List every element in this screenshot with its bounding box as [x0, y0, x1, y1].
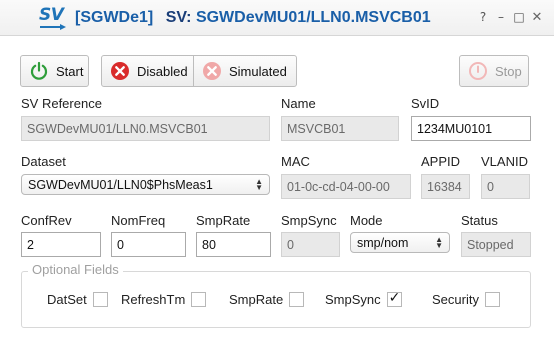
smprate-checkbox-label: SmpRate [229, 292, 284, 307]
smpsync-label: SmpSync [281, 213, 337, 228]
security-checkbox[interactable] [484, 292, 500, 307]
vlanid-field: 0 [481, 174, 530, 199]
title-bar: SV [SGWDe1] SV: SGWDevMU01/LLN0.MSVCB01 … [0, 0, 554, 36]
confrev-label: ConfRev [21, 213, 72, 228]
status-field: Stopped [461, 232, 531, 257]
dataset-select[interactable]: SGWDevMU01/LLN0$PhsMeas1 ▲ ▼ [21, 174, 270, 195]
sv-reference-field: SGWDevMU01/LLN0.MSVCB01 [21, 116, 270, 141]
datset-checkbox-label: DatSet [47, 292, 87, 307]
smprate-checkbox[interactable] [289, 292, 305, 307]
optional-fields-title: Optional Fields [28, 262, 123, 277]
mac-label: MAC [281, 154, 310, 169]
smprate-label: SmpRate [196, 213, 251, 228]
window-controls: ? – □ ✕ [474, 9, 546, 25]
sv-reference-label: SV Reference [21, 96, 102, 111]
mac-field: 01-0c-cd-04-00-00 [281, 174, 411, 199]
optional-refreshtm[interactable]: RefreshTm [121, 292, 207, 307]
refreshtm-checkbox-label: RefreshTm [121, 292, 186, 307]
sv-logo-icon: SV [39, 5, 69, 31]
checkmark-icon: ✓ [388, 290, 401, 306]
stop-button[interactable]: Stop [459, 55, 529, 87]
select-arrows-icon: ▲ ▼ [435, 234, 443, 250]
help-icon[interactable]: ? [474, 9, 492, 25]
nomfreq-input[interactable]: 0 [111, 232, 186, 257]
start-label: Start [56, 63, 84, 79]
simulated-x-icon [203, 62, 221, 80]
mode-select[interactable]: smp/nom ▲ ▼ [350, 232, 450, 253]
logo-text: SV [39, 5, 64, 25]
close-icon[interactable]: ✕ [528, 9, 546, 25]
minimize-icon[interactable]: – [492, 9, 510, 25]
disabled-x-icon [111, 62, 129, 80]
stop-label: Stop [495, 63, 522, 79]
security-checkbox-label: Security [432, 292, 479, 307]
status-label: Status [461, 213, 498, 228]
power-icon [30, 61, 48, 80]
title-reference: SGWDevMU01/LLN0.MSVCB01 [195, 9, 431, 26]
start-button[interactable]: Start [20, 55, 89, 87]
optional-smpsync[interactable]: SmpSync ✓ [325, 290, 402, 307]
name-label: Name [281, 96, 316, 111]
vlanid-label: VLANID [481, 154, 528, 169]
title-bracket: [SGWDe1] [75, 9, 154, 26]
smpsync-checkbox[interactable]: ✓ [386, 290, 402, 307]
simulated-button[interactable]: Simulated [193, 55, 297, 87]
dataset-selected-value: SGWDevMU01/LLN0$PhsMeas1 [28, 177, 213, 192]
dataset-label: Dataset [21, 154, 66, 169]
disabled-button[interactable]: Disabled [101, 55, 194, 87]
smpsync-checkbox-label: SmpSync [325, 292, 381, 307]
optional-smprate[interactable]: SmpRate [229, 292, 305, 307]
optional-datset[interactable]: DatSet [47, 292, 108, 307]
appid-label: APPID [421, 154, 461, 169]
svid-input[interactable]: 1234MU0101 [411, 116, 531, 141]
mode-selected-value: smp/nom [357, 235, 409, 250]
optional-security[interactable]: Security [432, 292, 500, 307]
smprate-input[interactable]: 80 [196, 232, 271, 257]
refreshtm-checkbox[interactable] [191, 292, 207, 307]
select-arrows-icon: ▲ ▼ [255, 176, 263, 192]
disabled-label: Disabled [137, 63, 188, 79]
confrev-input[interactable]: 2 [21, 232, 101, 257]
maximize-icon[interactable]: □ [510, 9, 528, 25]
svid-label: SvID [411, 96, 440, 111]
stop-icon [469, 62, 487, 80]
name-field: MSVCB01 [281, 116, 399, 141]
smpsync-field: 0 [281, 232, 340, 257]
appid-field: 16384 [421, 174, 470, 199]
simulated-label: Simulated [229, 63, 287, 79]
datset-checkbox[interactable] [92, 292, 108, 307]
nomfreq-label: NomFreq [111, 213, 166, 228]
window-title: [SGWDe1] SV: SGWDevMU01/LLN0.MSVCB01 [75, 9, 431, 27]
mode-label: Mode [350, 213, 383, 228]
title-sv-prefix: SV: [165, 9, 192, 26]
